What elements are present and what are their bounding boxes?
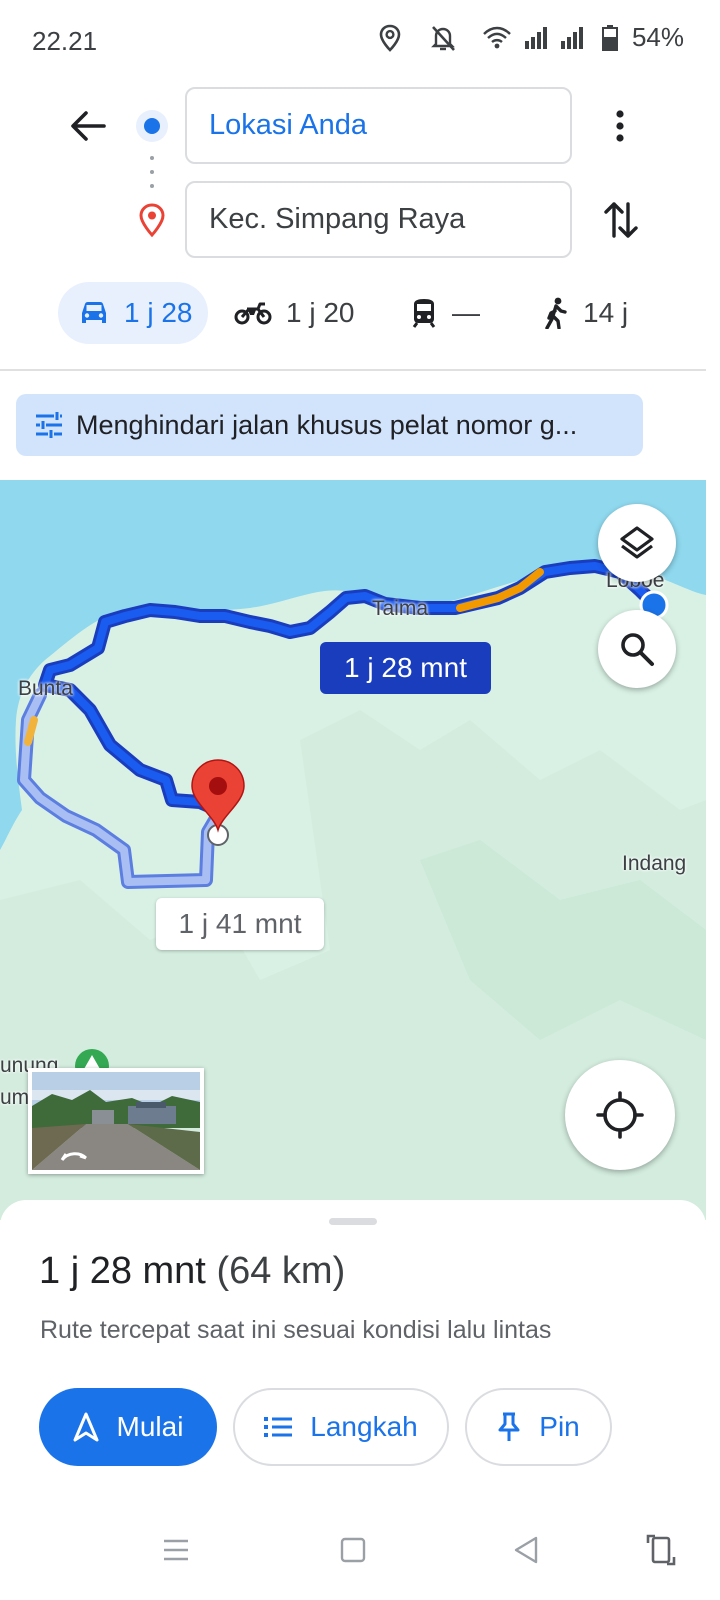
search-icon: [621, 633, 654, 666]
walk-icon: [545, 297, 567, 329]
steps-button-label: Langkah: [310, 1411, 418, 1442]
train-icon: [412, 299, 436, 328]
list-icon: [264, 1417, 293, 1437]
start-button[interactable]: Mulai: [39, 1388, 217, 1466]
route-duration: 1 j 28 mnt: [39, 1250, 206, 1292]
origin-dot-icon: [136, 110, 168, 142]
back-nav-button[interactable]: [498, 1522, 554, 1578]
map[interactable]: Taima Loboe Bunta Indang unung um 1 j 28…: [0, 480, 706, 1220]
steps-button[interactable]: Langkah: [233, 1388, 449, 1466]
place-label-um: um: [0, 1086, 30, 1109]
place-label-taima: Taima: [372, 597, 429, 620]
header-divider: [0, 369, 706, 371]
rotate-icon: [646, 1534, 676, 1566]
more-vert-icon: [616, 110, 624, 142]
route-distance: (64 km): [216, 1250, 346, 1292]
route-options-text: Menghindari jalan khusus pelat nomor g..…: [76, 409, 578, 440]
back-arrow-icon: [71, 111, 106, 141]
status-time: 22.21: [32, 26, 98, 56]
silent-icon: [431, 25, 455, 51]
pin-button[interactable]: Pin: [465, 1388, 612, 1466]
wifi-icon: [483, 26, 511, 48]
status-icons: 54%: [378, 22, 684, 53]
destination-pin-icon: [191, 759, 245, 833]
tune-icon: [36, 412, 62, 438]
pin-icon: [498, 1412, 520, 1441]
route-connector: [149, 156, 155, 188]
alternate-route-label[interactable]: 1 j 41 mnt: [156, 898, 324, 950]
alternate-route: [20, 691, 222, 886]
route-details-sheet: 1 j 28 mnt (64 km) Rute tercepat saat in…: [0, 1200, 706, 1500]
navigation-arrow-icon: [73, 1412, 99, 1442]
signal-icon: [560, 26, 583, 49]
home-button[interactable]: [325, 1522, 381, 1578]
menu-icon: [164, 1539, 188, 1561]
route-options-chip[interactable]: Menghindari jalan khusus pelat nomor g..…: [16, 394, 643, 456]
mode-tab-car[interactable]: 1 j 28: [58, 282, 208, 344]
location-icon: [379, 24, 401, 52]
swap-icon: [604, 202, 638, 238]
my-location-button[interactable]: [565, 1060, 675, 1170]
mode-tab-motorcycle[interactable]: 1 j 20: [234, 282, 355, 344]
back-button[interactable]: [62, 100, 114, 152]
car-icon: [82, 302, 106, 323]
place-label-indang: Indang: [622, 852, 687, 875]
more-options-button[interactable]: [598, 100, 642, 152]
mode-walk-label: 14 j: [583, 297, 629, 328]
layers-icon: [620, 526, 654, 559]
mode-car-label: 1 j 28: [124, 297, 193, 328]
start-button-label: Mulai: [116, 1411, 184, 1442]
rotate-button[interactable]: [633, 1522, 689, 1578]
street-view-thumbnail[interactable]: [28, 1068, 204, 1174]
mode-tab-transit[interactable]: —: [410, 282, 480, 344]
route-description: Rute tercepat saat ini sesuai kondisi la…: [40, 1316, 552, 1344]
sheet-drag-handle[interactable]: [329, 1218, 377, 1225]
recents-button[interactable]: [148, 1522, 204, 1578]
motorcycle-icon: [234, 302, 272, 325]
route-summary: 1 j 28 mnt (64 km): [39, 1250, 345, 1293]
primary-route-label[interactable]: 1 j 28 mnt: [320, 642, 491, 694]
battery-icon: [601, 24, 618, 51]
mode-transit-label: —: [452, 297, 480, 328]
street-view-image: [32, 1072, 200, 1170]
destination-pin-icon: [139, 203, 165, 238]
my-location-icon: [596, 1091, 644, 1139]
back-icon: [514, 1536, 538, 1564]
search-map-button[interactable]: [598, 610, 676, 688]
home-icon: [340, 1537, 366, 1563]
system-nav-bar: [0, 1500, 720, 1600]
layers-button[interactable]: [598, 504, 676, 582]
mode-motorcycle-label: 1 j 20: [286, 297, 355, 328]
status-bar: 22.21 54%: [0, 0, 720, 80]
swap-button[interactable]: [596, 194, 646, 246]
battery-level: 54%: [631, 22, 684, 52]
origin-input[interactable]: Lokasi Anda: [185, 87, 572, 164]
destination-input[interactable]: Kec. Simpang Raya: [185, 181, 572, 258]
mode-tab-walk[interactable]: 14 j: [543, 282, 628, 344]
signal-icon: [524, 26, 547, 49]
place-label-bunta: Bunta: [18, 677, 73, 700]
pin-button-label: Pin: [539, 1411, 580, 1442]
